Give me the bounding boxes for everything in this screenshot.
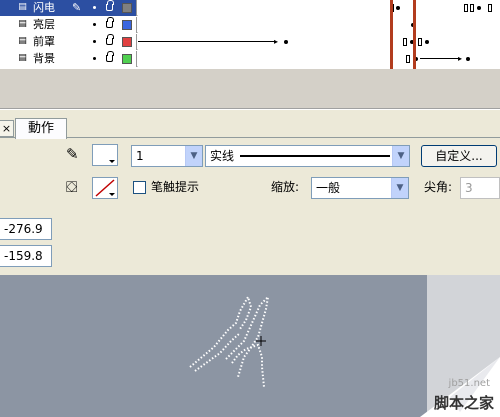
layer-row-front-mask[interactable]: ▤ 前罩 ▸ — [0, 34, 500, 50]
layer-icon: ▤ — [18, 53, 27, 63]
layer-color-swatch[interactable] — [122, 20, 132, 30]
lock-icon[interactable] — [106, 51, 114, 62]
flash-editor-window: ▤ 闪电 ✎ ▤ 亮层 ▤ 前罩 ▸ ▤ 背景 ▸ × 動作 ✎ 1 ▼ 实线 … — [0, 0, 500, 417]
watermark-text: 脚本之家 — [433, 394, 494, 412]
fill-color-swatch[interactable] — [92, 177, 118, 199]
keyframe-empty[interactable] — [406, 55, 410, 63]
lock-icon[interactable] — [106, 17, 114, 28]
layer-name[interactable]: 前罩 — [33, 35, 55, 49]
stage-canvas[interactable]: jb51.net 脚本之家 — [0, 275, 500, 417]
chevron-down-icon[interactable]: ▼ — [391, 178, 408, 198]
keyframe-empty[interactable] — [488, 4, 492, 12]
layer-icon: ▤ — [18, 2, 27, 12]
visibility-dot-icon[interactable] — [93, 40, 96, 43]
keyframe-empty[interactable] — [418, 38, 422, 46]
watermark-url: jb51.net — [448, 378, 490, 389]
stroke-style-select[interactable]: 实线 ▼ — [205, 145, 410, 167]
miter-label: 尖角: — [424, 180, 453, 194]
timeline-footer — [0, 69, 500, 109]
stroke-hint-label: 笔触提示 — [151, 180, 200, 194]
keyframe-empty[interactable] — [403, 38, 407, 46]
custom-button[interactable]: 自定义... — [421, 145, 497, 167]
solid-line-preview — [240, 155, 390, 157]
layer-header[interactable]: ▤ 闪电 ✎ — [0, 0, 137, 16]
visibility-dot-icon[interactable] — [93, 23, 96, 26]
layer-header[interactable]: ▤ 背景 — [0, 51, 137, 67]
stroke-color-swatch[interactable] — [92, 144, 118, 166]
layer-row-background[interactable]: ▤ 背景 ▸ — [0, 51, 500, 67]
keyframe-empty[interactable] — [470, 4, 474, 12]
panel-tab-strip: × 動作 — [0, 116, 500, 139]
layer-icon: ▤ — [18, 36, 27, 46]
frame-strip[interactable] — [138, 0, 500, 16]
y-position-input[interactable]: -159.8 — [0, 245, 52, 267]
lock-icon[interactable] — [106, 0, 114, 11]
x-position-input[interactable]: -276.9 — [0, 218, 52, 240]
tab-actions[interactable]: 動作 — [15, 118, 67, 139]
scale-select[interactable]: 一般 ▼ — [311, 177, 409, 199]
visibility-dot-icon[interactable] — [93, 6, 96, 9]
properties-panel: × 動作 ✎ 1 ▼ 实线 ▼ 自定义... ⛋ 笔触提示 缩放: 一般 ▼ 尖… — [0, 109, 500, 275]
chevron-down-icon[interactable]: ▼ — [392, 146, 409, 166]
scale-label: 缩放: — [271, 180, 300, 194]
layer-row-lightning[interactable]: ▤ 闪电 ✎ — [0, 0, 500, 16]
tween-arrow-icon: ▸ — [274, 37, 279, 46]
frame-strip[interactable] — [138, 17, 500, 33]
frame-strip[interactable]: ▸ — [138, 51, 500, 67]
watermark: jb51.net 脚本之家 — [390, 357, 500, 417]
keyframe-empty[interactable] — [464, 4, 468, 12]
stroke-width-input[interactable]: 1 ▼ — [131, 145, 203, 167]
tween-line — [138, 41, 276, 42]
layer-name[interactable]: 亮层 — [33, 18, 55, 32]
miter-input[interactable]: 3 — [460, 177, 500, 199]
playhead-marker[interactable] — [390, 0, 393, 69]
lock-icon[interactable] — [106, 34, 114, 45]
chevron-down-icon[interactable]: ▼ — [185, 146, 202, 166]
tween-arrow-icon: ▸ — [458, 54, 463, 63]
paint-bucket-icon: ⛋ — [66, 178, 78, 196]
layer-color-swatch[interactable] — [122, 3, 132, 13]
layer-color-swatch[interactable] — [122, 54, 132, 64]
keyframe[interactable] — [284, 40, 288, 44]
stroke-hint-checkbox[interactable] — [133, 181, 146, 194]
keyframe[interactable] — [466, 57, 470, 61]
layer-name[interactable]: 闪电 — [33, 1, 55, 15]
close-tab-button[interactable]: × — [0, 120, 14, 137]
pencil-icon: ✎ — [72, 1, 82, 14]
pencil-stroke-icon: ✎ — [66, 145, 79, 163]
layer-header[interactable]: ▤ 亮层 — [0, 17, 137, 33]
playhead-marker[interactable] — [413, 0, 416, 69]
layer-icon: ▤ — [18, 19, 27, 29]
keyframe[interactable] — [425, 40, 429, 44]
keyframe[interactable] — [477, 6, 481, 10]
layer-name[interactable]: 背景 — [33, 52, 55, 66]
layer-row-light[interactable]: ▤ 亮层 — [0, 17, 500, 33]
timeline: ▤ 闪电 ✎ ▤ 亮层 ▤ 前罩 ▸ ▤ 背景 ▸ — [0, 0, 500, 69]
tween-line — [420, 58, 460, 59]
frame-strip[interactable]: ▸ — [138, 34, 500, 50]
visibility-dot-icon[interactable] — [93, 57, 96, 60]
keyframe[interactable] — [396, 6, 400, 10]
layer-header[interactable]: ▤ 前罩 — [0, 34, 137, 50]
layer-color-swatch[interactable] — [122, 37, 132, 47]
